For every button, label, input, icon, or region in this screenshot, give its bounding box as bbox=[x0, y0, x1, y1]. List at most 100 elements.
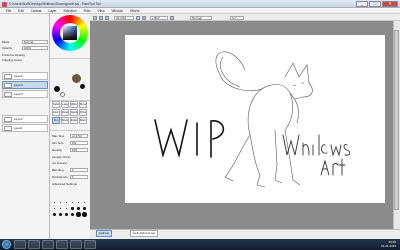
close-button[interactable]: ✕ bbox=[382, 0, 398, 7]
tool-zoom[interactable]: Zoom bbox=[52, 109, 60, 116]
canvas-toolbar: 33.33% +000° Normal S-7 bbox=[90, 14, 400, 21]
tool-eraser[interactable]: Eraser bbox=[70, 117, 78, 124]
blend-mode-select[interactable]: Normal bbox=[190, 15, 212, 20]
tool-brush[interactable]: Brush bbox=[61, 117, 69, 124]
zoom-field[interactable]: 33.33% bbox=[114, 15, 134, 20]
density-slider[interactable]: 100 bbox=[70, 148, 88, 152]
taskbar-app-other[interactable] bbox=[84, 240, 96, 249]
brush-size-preset[interactable] bbox=[64, 212, 69, 217]
menu-view[interactable]: View bbox=[98, 8, 105, 13]
mode-select[interactable]: Normal bbox=[22, 40, 48, 44]
layer-name: Layer4 bbox=[14, 83, 23, 87]
layer-item[interactable]: Layer5 bbox=[2, 72, 48, 80]
document-tab[interactable]: wolf.sai bbox=[96, 230, 113, 237]
brush-size-preset[interactable] bbox=[82, 212, 87, 217]
layer-item[interactable]: Layer3 bbox=[2, 90, 48, 98]
color-swatch[interactable] bbox=[72, 74, 81, 83]
brush-size-preset[interactable] bbox=[70, 200, 75, 205]
mode-label: Mode bbox=[2, 40, 10, 44]
min-size-slider[interactable]: 0% bbox=[70, 141, 88, 145]
document-tab[interactable]: wolf with text.sai bbox=[130, 230, 158, 237]
zoom-out-icon[interactable] bbox=[142, 15, 146, 20]
layer-name: Layer3 bbox=[14, 92, 23, 96]
tool-lasso[interactable]: Lasso bbox=[61, 101, 69, 108]
start-button[interactable] bbox=[2, 240, 11, 249]
maximize-button[interactable]: □ bbox=[369, 0, 381, 7]
layer-name: Layer5 bbox=[14, 74, 23, 78]
menu-filter[interactable]: Filter bbox=[84, 8, 91, 13]
brush-size-preset[interactable] bbox=[76, 212, 81, 217]
invert-selection-icon[interactable] bbox=[105, 15, 109, 20]
brush-size-preset[interactable] bbox=[70, 206, 75, 211]
brush-shape-select[interactable]: (simple circle) bbox=[52, 155, 71, 159]
opacity-slider[interactable]: 100% bbox=[22, 46, 48, 50]
brush-size-preset[interactable] bbox=[64, 200, 69, 205]
taskbar-app-browser[interactable] bbox=[28, 240, 40, 249]
menu-file[interactable]: File bbox=[6, 8, 11, 13]
brush-size-preset[interactable] bbox=[52, 212, 57, 217]
preserve-opacity-checkbox[interactable]: Preserve Opacity bbox=[2, 53, 25, 57]
zoom-in-icon[interactable] bbox=[136, 15, 140, 20]
tool-rotate[interactable]: Rotate bbox=[61, 109, 69, 116]
taskbar-app-explorer[interactable] bbox=[14, 240, 26, 249]
brush-size-preset[interactable] bbox=[76, 200, 81, 205]
tool-hand[interactable]: Hand bbox=[70, 109, 78, 116]
primary-color[interactable] bbox=[54, 86, 60, 92]
brush-size-preset[interactable] bbox=[58, 200, 63, 205]
advanced-settings-toggle[interactable]: Advanced Settings bbox=[52, 182, 77, 186]
menu-window[interactable]: Window bbox=[112, 8, 123, 13]
select-all-icon[interactable] bbox=[93, 15, 97, 20]
minimize-button[interactable]: _ bbox=[356, 0, 368, 7]
menu-others[interactable]: Others bbox=[130, 8, 140, 13]
taskbar-app-chrome[interactable] bbox=[56, 240, 68, 249]
tool-grid: Select Lasso Wand Move Zoom Rotate Hand … bbox=[52, 101, 87, 124]
scrollbar-thumb[interactable] bbox=[394, 30, 399, 210]
layer-item[interactable]: Layer4 bbox=[2, 81, 48, 89]
clipping-group-checkbox[interactable]: Clipping Group bbox=[2, 58, 22, 62]
window-controls: _ □ ✕ bbox=[356, 0, 398, 7]
tool-select[interactable]: Select bbox=[52, 101, 60, 108]
max-size-label: Max Size bbox=[52, 134, 65, 138]
max-size-slider[interactable]: x1.0 5.0 bbox=[70, 134, 88, 138]
brush-size-preset[interactable] bbox=[70, 212, 75, 217]
menu-layer[interactable]: Layer bbox=[48, 8, 56, 13]
stabilizer-select[interactable]: S-7 bbox=[230, 15, 244, 20]
color-swatch[interactable] bbox=[80, 84, 85, 89]
rotate-icon[interactable] bbox=[170, 15, 174, 20]
brush-size-preset[interactable] bbox=[52, 206, 57, 211]
head-stroke bbox=[284, 62, 313, 100]
menu-selection[interactable]: Selection bbox=[63, 8, 76, 13]
menu-edit[interactable]: Edit bbox=[18, 8, 24, 13]
layer-thumbnail bbox=[4, 126, 12, 131]
blending-slider[interactable]: 0 bbox=[70, 168, 88, 172]
deselect-icon[interactable] bbox=[99, 15, 103, 20]
tool-marker[interactable]: Marker bbox=[79, 117, 87, 124]
angle-field[interactable]: +000° bbox=[150, 15, 168, 20]
brush-size-preset[interactable] bbox=[82, 200, 87, 205]
brush-size-preset[interactable] bbox=[76, 206, 81, 211]
brush-size-preset[interactable] bbox=[58, 206, 63, 211]
brush-size-preset[interactable] bbox=[64, 206, 69, 211]
brush-size-preset[interactable] bbox=[52, 200, 57, 205]
system-clock[interactable]: 19:00 01.01.2015 bbox=[381, 240, 396, 248]
secondary-color[interactable] bbox=[60, 92, 65, 97]
taskbar-app-paint[interactable] bbox=[70, 240, 82, 249]
taskbar-app-media[interactable] bbox=[42, 240, 54, 249]
min-size-label: Min Size bbox=[52, 141, 64, 145]
scratchpad-panel bbox=[50, 58, 90, 100]
brush-size-preset[interactable] bbox=[58, 212, 63, 217]
brush-size-preset[interactable] bbox=[82, 206, 87, 211]
tool-pen[interactable]: Pen bbox=[52, 117, 60, 124]
layer-item[interactable]: Layer1 bbox=[2, 124, 48, 132]
tool-wand[interactable]: Wand bbox=[70, 101, 78, 108]
tool-picker[interactable]: Picker bbox=[79, 109, 87, 116]
layer-item[interactable]: Layer2 bbox=[2, 115, 48, 123]
brush-texture-select[interactable]: (no texture) bbox=[52, 161, 67, 165]
sketch-lines bbox=[154, 51, 351, 188]
saturation-value-square[interactable] bbox=[63, 26, 77, 40]
tool-move[interactable]: Move bbox=[79, 101, 87, 108]
menu-canvas[interactable]: Canvas bbox=[31, 8, 42, 13]
persistence-slider[interactable]: 0 bbox=[70, 175, 88, 179]
wip-w bbox=[154, 119, 188, 159]
drawing-canvas[interactable] bbox=[125, 35, 385, 203]
